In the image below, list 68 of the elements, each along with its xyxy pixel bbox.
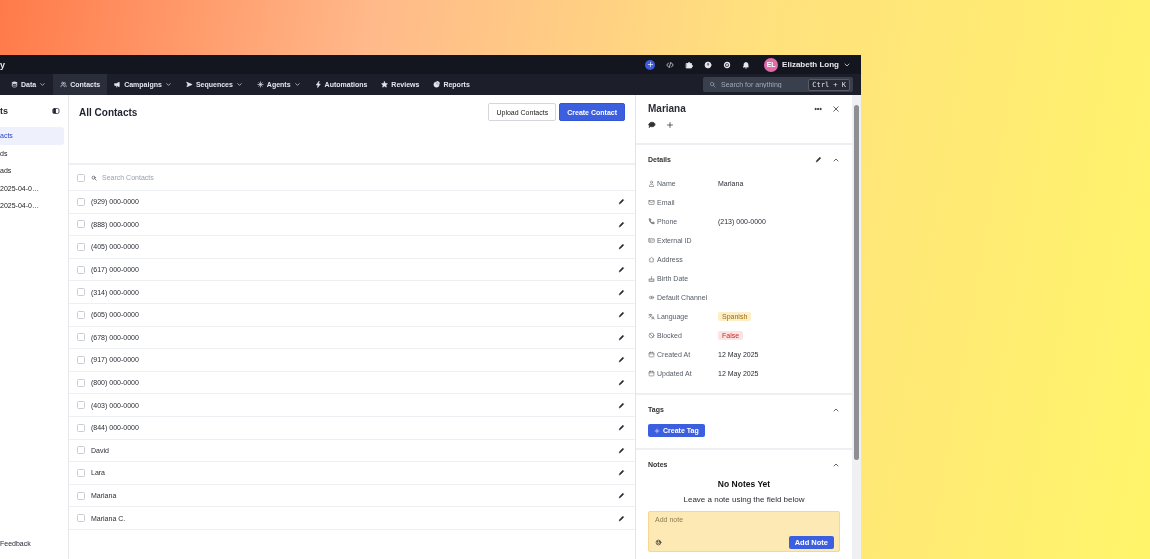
sparkle-icon [256,81,264,88]
pencil-icon[interactable] [618,514,625,522]
pie-chart-icon [433,81,441,88]
checkbox[interactable] [77,197,85,206]
megaphone-icon [114,81,122,88]
add-button[interactable] [645,59,656,70]
chat-icon[interactable] [648,121,656,129]
search-icon [709,81,716,88]
star-icon [381,81,389,88]
pencil-icon[interactable] [618,266,625,274]
page-title: All Contacts [79,107,138,118]
search-icon [91,174,97,181]
settings-icon[interactable] [723,60,732,69]
pencil-icon[interactable] [618,288,625,296]
sidebar-toggle-icon[interactable] [52,107,60,115]
pencil-icon[interactable] [618,469,625,477]
checkbox[interactable] [77,243,85,251]
code-icon[interactable] [666,60,675,69]
sidebar-title: ts [0,106,8,116]
lightning-icon [314,81,322,88]
pencil-icon[interactable] [618,446,625,454]
contact-title: Mariana [648,103,686,114]
checkbox[interactable] [77,378,85,387]
pencil-icon[interactable] [618,379,625,387]
pencil-icon[interactable] [618,356,625,364]
envelope-icon [648,199,655,206]
checkbox[interactable] [77,355,85,364]
pencil-icon[interactable] [618,492,625,499]
checkbox[interactable] [77,423,85,432]
checkbox[interactable] [77,401,85,410]
checkbox[interactable] [77,468,85,477]
person-icon [648,180,655,187]
calendar-icon [648,370,655,377]
pencil-icon[interactable] [618,243,625,251]
pencil-icon[interactable] [618,311,625,319]
close-icon[interactable] [832,104,840,113]
plus-icon [654,427,660,434]
house-icon [648,256,655,263]
paper-plane-icon [185,81,193,88]
id-card-icon [648,237,655,244]
bell-icon[interactable] [742,60,751,69]
translate-icon [648,313,655,320]
pencil-icon[interactable] [815,156,822,163]
phone-icon [648,218,655,225]
checkbox[interactable] [77,491,85,500]
pencil-icon[interactable] [618,401,625,409]
checkbox[interactable] [77,265,85,274]
checkbox[interactable] [77,173,85,182]
brand-name: y [0,59,5,70]
checkbox[interactable] [77,333,85,342]
checkbox[interactable] [77,310,85,319]
checkbox[interactable] [77,514,85,523]
scrollbar[interactable] [852,95,861,559]
pencil-icon[interactable] [618,198,625,206]
plus-icon[interactable] [666,121,674,129]
checkbox[interactable] [77,446,85,455]
calendar-icon [648,351,655,358]
database-icon [11,81,18,88]
pencil-icon[interactable] [618,333,625,341]
user-name[interactable]: Elizabeth Long [782,60,839,69]
plus-icon [646,61,654,68]
blocked-icon [648,332,655,339]
empty-title: No Notes Yet [716,479,772,489]
pencil-icon[interactable] [618,220,625,228]
checkbox[interactable] [77,288,85,297]
pencil-icon[interactable] [618,424,625,432]
empty-hint: Leave a note using the field below [682,495,806,504]
checkbox[interactable] [77,220,85,229]
